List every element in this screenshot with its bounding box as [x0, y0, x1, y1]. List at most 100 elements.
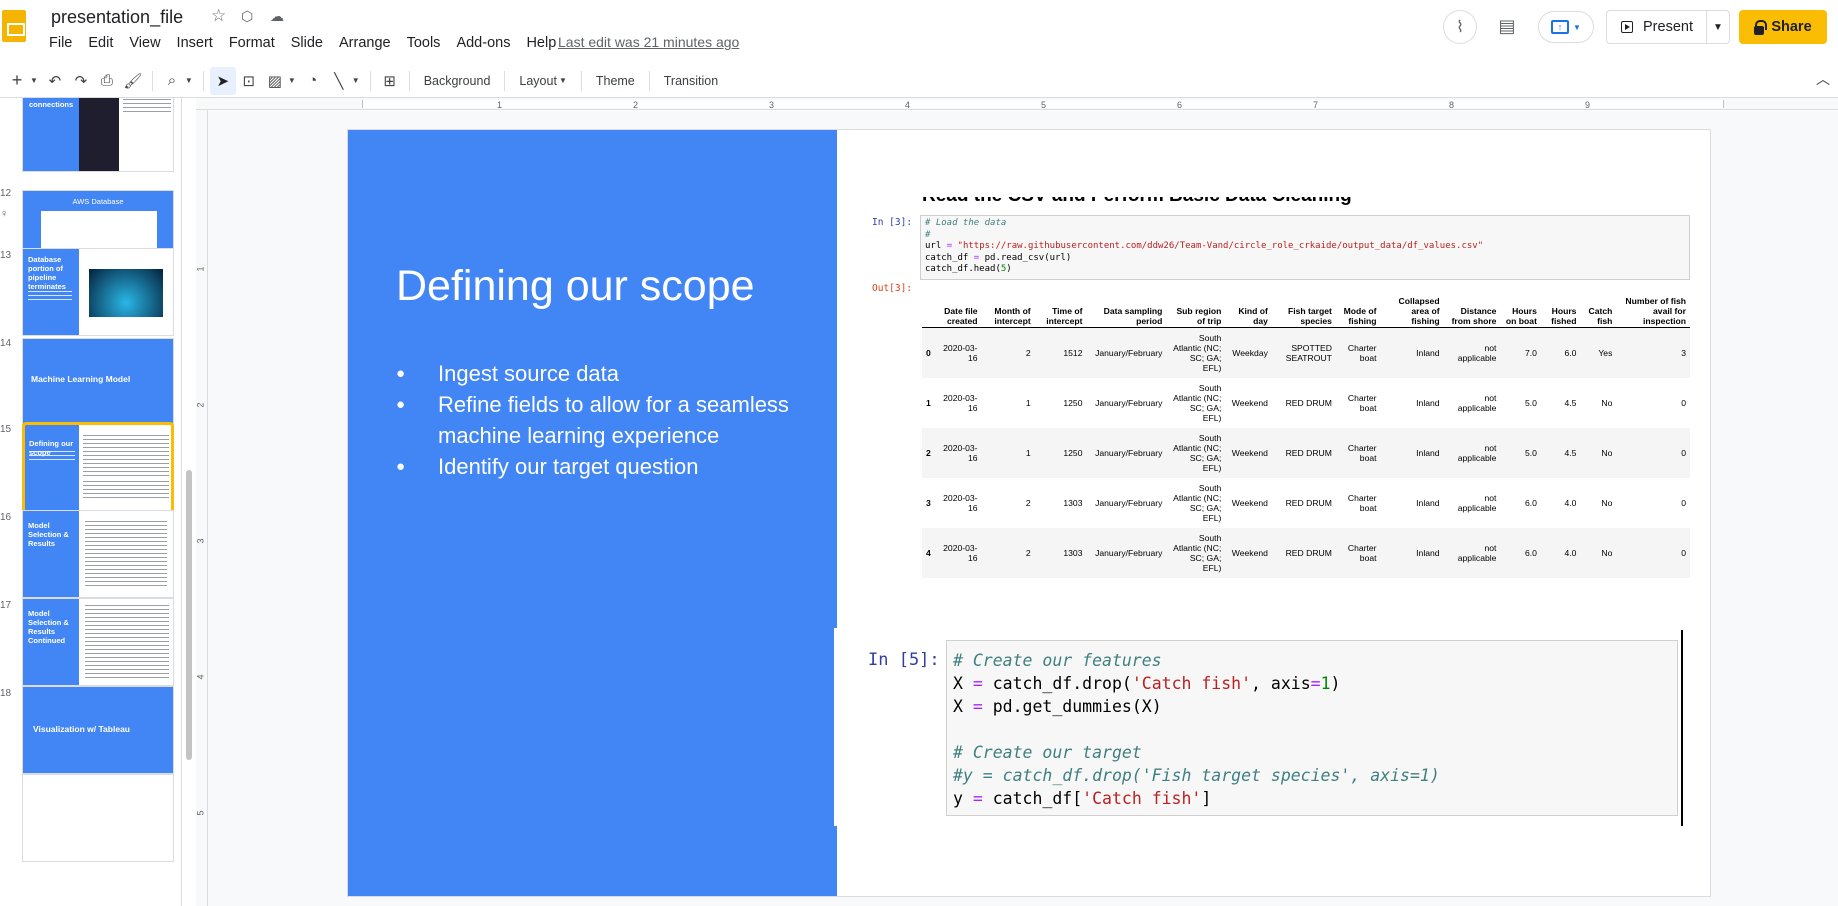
table-row: 1 2020-03-16 1 1250 January/February South At…: [922, 378, 1690, 428]
menu-addons[interactable]: Add-ons: [456, 33, 517, 55]
activity-dashboard-button[interactable]: ⌇: [1443, 10, 1477, 44]
slide-thumbnail-11[interactable]: Database connections: [22, 98, 174, 172]
chevron-down-icon: ▼: [558, 76, 567, 85]
table-cell: 2: [981, 327, 1035, 378]
menu-format[interactable]: Format: [229, 33, 282, 55]
thumb-blue-panel: [25, 425, 79, 511]
move-folder-icon[interactable]: ⬡: [241, 8, 253, 25]
thumb-title: Model Selection & Results Continued: [28, 609, 69, 645]
redo-button[interactable]: ↷: [68, 67, 94, 95]
table-cell: RED DRUM: [1271, 527, 1336, 578]
bullet-item: Refine fields to allow for a seamless ma…: [396, 389, 816, 451]
menu-file[interactable]: File: [49, 33, 79, 55]
table-cell: not applicable: [1457, 392, 1497, 413]
share-button[interactable]: Share: [1739, 10, 1827, 44]
present-dropdown-button[interactable]: ▼: [1707, 11, 1729, 43]
column-header: Hours on boat: [1500, 295, 1541, 328]
slide-number: 13: [0, 250, 12, 261]
slide-thumbnail-16[interactable]: Model Selection & Results: [22, 510, 174, 598]
table-cell: 2: [1025, 497, 1031, 508]
menu-edit[interactable]: Edit: [88, 33, 120, 55]
slide-thumbnail-13[interactable]: Database portion of pipeline terminates: [22, 248, 174, 336]
table-cell: Inland: [1416, 497, 1440, 508]
insert-image-button[interactable]: ▨: [262, 67, 288, 95]
comments-button[interactable]: ▤: [1490, 9, 1524, 43]
transition-button[interactable]: Transition: [656, 67, 726, 95]
last-edit-link[interactable]: Last edit was 21 minutes ago: [558, 34, 739, 50]
image-chevron-icon[interactable]: ▼: [288, 76, 296, 85]
zoom-button[interactable]: ⌕: [159, 67, 185, 95]
present-to-meeting-button[interactable]: ↑ ▼: [1538, 11, 1594, 43]
table-row: 3 2020-03-16 2 1303 January/February South At…: [922, 478, 1690, 528]
star-icon[interactable]: ☆: [211, 6, 226, 26]
line-chevron-icon[interactable]: ▼: [352, 76, 360, 85]
add-comment-button[interactable]: ⊞: [377, 67, 403, 95]
slide-thumbnail-15[interactable]: Defining our scope: [22, 422, 174, 514]
menu-arrange[interactable]: Arrange: [339, 33, 398, 55]
text-box-button[interactable]: ⊡: [236, 67, 262, 95]
ruler-tick: 7: [1313, 100, 1319, 110]
slide-blue-panel[interactable]: Defining our scope Ingest source data Re…: [348, 130, 837, 896]
table-cell: Inland: [1416, 397, 1440, 408]
thumb-screenshot: [85, 605, 169, 679]
slide-15[interactable]: Defining our scope Ingest source data Re…: [348, 130, 1710, 896]
ruler-tick: 3: [195, 538, 206, 544]
table-cell: No: [1601, 497, 1613, 508]
slide-title[interactable]: Defining our scope: [396, 262, 755, 311]
table-cell: not applicable: [1443, 427, 1501, 478]
layout-button[interactable]: Layout ▼: [511, 67, 574, 95]
thumb-text-lines: [29, 451, 75, 461]
table-cell: 2020-03-16: [934, 427, 982, 478]
row-index: 4: [922, 527, 935, 578]
select-tool-button[interactable]: ➤: [209, 66, 236, 95]
notebook-image-features[interactable]: In [5]: # Create our features X = catch_…: [834, 628, 1694, 826]
line-button[interactable]: ╲: [326, 67, 352, 95]
thumb-screenshot: [83, 481, 169, 501]
present-button[interactable]: Present: [1607, 11, 1707, 43]
table-cell: not applicable: [1443, 327, 1501, 378]
document-title[interactable]: presentation_file: [51, 7, 183, 28]
new-slide-layout-chevron-icon[interactable]: ▼: [30, 76, 38, 85]
ruler-tick: 6: [1177, 100, 1183, 110]
table-cell: South Atlantic (NC; SC; GA; EFL): [1173, 482, 1222, 523]
undo-button[interactable]: ↶: [42, 67, 68, 95]
chevron-up-icon[interactable]: ︿: [1816, 69, 1830, 89]
thumb-title: Machine Learning Model: [31, 374, 131, 384]
slide-thumbnail-14[interactable]: Machine Learning Model: [22, 338, 174, 426]
new-slide-button[interactable]: +: [4, 67, 30, 95]
ruler-tick: 4: [195, 674, 206, 680]
menu-insert[interactable]: Insert: [177, 33, 220, 55]
thumb-title: Visualization w/ Tableau: [33, 724, 130, 734]
ruler-tick: 2: [195, 402, 206, 408]
zoom-chevron-icon[interactable]: ▼: [185, 76, 193, 85]
table-cell: January/February: [1095, 397, 1163, 408]
slide-thumbnail-18[interactable]: Visualization w/ Tableau: [22, 686, 174, 774]
table-cell: January/February: [1086, 527, 1167, 578]
print-button[interactable]: ⎙: [94, 67, 120, 95]
filmstrip-scrollbar[interactable]: [186, 470, 192, 760]
column-header: Hours fished: [1540, 295, 1581, 328]
table-cell: not applicable: [1443, 527, 1501, 578]
menu-slide[interactable]: Slide: [291, 33, 330, 55]
slides-logo-icon[interactable]: [2, 10, 26, 42]
dataframe-table: Date file created Month of intercept Tim…: [922, 295, 1690, 578]
thumb-title: AWS Database: [72, 197, 124, 206]
menu-view[interactable]: View: [129, 33, 167, 55]
bullet-item: Identify our target question: [396, 451, 816, 482]
thumb-screenshot: [123, 98, 171, 115]
paint-format-button[interactable]: 🖌: [120, 67, 146, 95]
slide-thumbnail-19[interactable]: [22, 774, 174, 862]
filmstrip: Database connections 12 ♀ AWS Database 1…: [0, 98, 182, 906]
present-screen-icon: ↑: [1551, 20, 1570, 34]
table-cell: RED DRUM: [1285, 397, 1332, 408]
slide-thumbnail-17[interactable]: Model Selection & Results Continued: [22, 598, 174, 686]
shape-button[interactable]: ◔: [300, 67, 326, 95]
background-button[interactable]: Background: [416, 67, 499, 95]
table-cell: Yes: [1580, 327, 1617, 378]
notebook-image-data-cleaning[interactable]: Read the CSV and Perform Basic Data Clea…: [872, 197, 1690, 587]
menu-tools[interactable]: Tools: [407, 33, 448, 55]
row-index: 3: [926, 497, 931, 508]
slide-bullet-list[interactable]: Ingest source data Refine fields to allo…: [396, 358, 816, 482]
cloud-status-icon[interactable]: ☁: [270, 8, 284, 25]
theme-button[interactable]: Theme: [588, 67, 643, 95]
